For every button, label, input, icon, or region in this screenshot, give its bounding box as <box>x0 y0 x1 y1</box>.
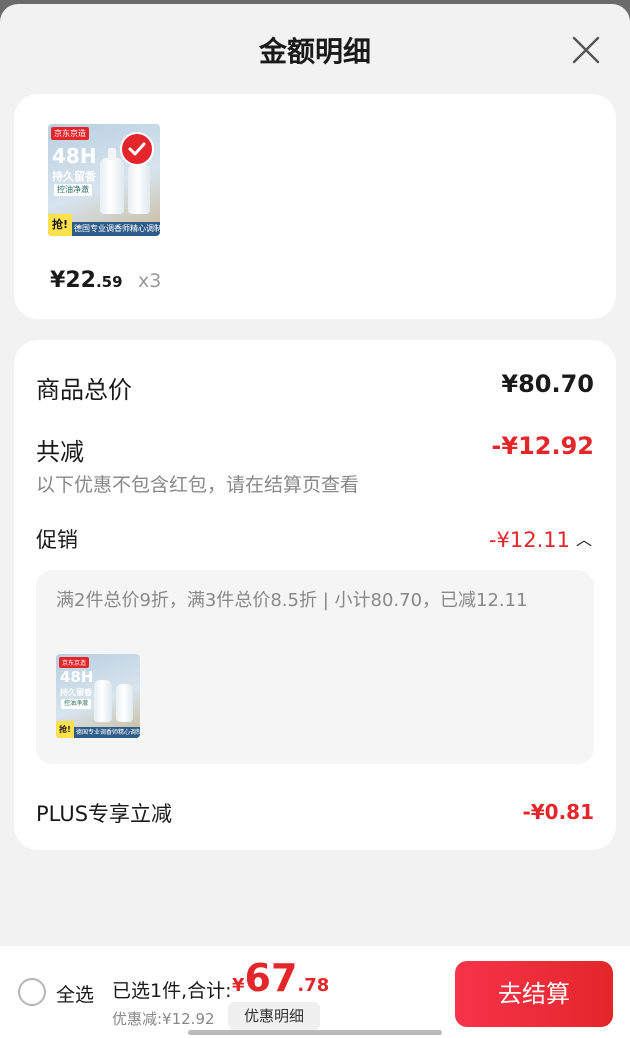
total-integer: 67 <box>244 956 298 1000</box>
home-indicator[interactable] <box>188 1030 442 1035</box>
discount-summary: 优惠减:¥12.92 <box>112 1010 215 1028</box>
image-brand-label: 京东京造 <box>59 657 90 668</box>
select-all-label[interactable]: 全选 <box>56 980 94 1007</box>
bottle-shape <box>94 680 112 722</box>
product-price: ¥22.59 <box>50 268 123 293</box>
price-integer: 22 <box>65 268 96 293</box>
chevron-up-icon: ︿ <box>575 530 592 549</box>
image-tag: 控油净澈 <box>54 184 92 196</box>
amount-detail-sheet: 金额明细 京东京造 48H 持久留香 控油净澈 德国专业调香师精心调制 抢! ¥… <box>0 4 630 1038</box>
image-headline: 48H <box>52 144 97 168</box>
image-subline: 持久留香 <box>60 688 92 697</box>
image-headline: 48H <box>60 668 94 686</box>
image-brand-label: 京东京造 <box>51 127 89 140</box>
promo-toggle[interactable]: -¥12.11 ︿ <box>489 526 592 552</box>
price-decimal: .59 <box>95 273 123 291</box>
checkout-bar: 全选 已选1件,合计: ¥67.78 优惠减:¥12.92 优惠明细 去结算 <box>0 946 630 1038</box>
total-decimal: .78 <box>297 975 330 996</box>
image-tag: 控油净澈 <box>61 699 91 709</box>
selection-summary: 已选1件,合计: <box>112 980 232 1002</box>
image-grab-badge: 抢! <box>56 721 74 738</box>
price-symbol: ¥ <box>50 268 66 293</box>
bottle-shape <box>100 158 124 214</box>
total-symbol: ¥ <box>232 975 245 996</box>
checkout-button[interactable]: 去结算 <box>455 961 613 1027</box>
image-subline: 持久留香 <box>52 170 96 183</box>
page-title: 金额明细 <box>258 35 371 68</box>
product-image[interactable]: 京东京造 48H 持久留香 控油净澈 德国专业调香师精心调制 抢! <box>48 124 160 236</box>
reduction-note: 以下优惠不包含红包，请在结算页查看 <box>36 474 360 496</box>
promo-value: -¥12.11 <box>488 528 570 552</box>
reduction-value: -¥12.92 <box>491 432 594 460</box>
price-detail-card: 商品总价 ¥80.70 共减 -¥12.92 以下优惠不包含红包，请在结算页查看… <box>14 340 616 850</box>
select-all-radio[interactable] <box>18 978 46 1006</box>
checkmark-icon <box>120 132 154 166</box>
pump-shape <box>108 148 116 160</box>
promo-description: 满2件总价9折，满3件总价8.5折 | 小计80.70，已减12.11 <box>56 590 528 611</box>
product-card: 京东京造 48H 持久留香 控油净澈 德国专业调香师精心调制 抢! ¥22.59… <box>14 94 616 319</box>
promo-product-image[interactable]: 京东京造 48H 持久留香 控油净澈 德国专业调香师精心调制 抢! <box>56 654 140 738</box>
plus-discount-value: -¥0.81 <box>522 800 594 824</box>
plus-discount-label: PLUS专享立减 <box>36 802 173 826</box>
product-quantity: x3 <box>138 270 162 292</box>
total-price-label: 商品总价 <box>36 376 132 404</box>
bottle-shape <box>128 164 150 214</box>
bottle-shape <box>116 684 133 722</box>
close-icon[interactable] <box>568 32 604 68</box>
image-grab-badge: 抢! <box>48 214 72 236</box>
promo-detail-box: 满2件总价9折，满3件总价8.5折 | 小计80.70，已减12.11 京东京造… <box>36 570 594 764</box>
reduction-label: 共减 <box>36 438 84 466</box>
promo-label: 促销 <box>36 528 78 552</box>
total-amount: ¥67.78 <box>232 956 329 1000</box>
sheet-header: 金额明细 <box>0 4 630 94</box>
total-price-value: ¥80.70 <box>501 370 594 398</box>
discount-detail-button[interactable]: 优惠明细 <box>228 1002 320 1030</box>
